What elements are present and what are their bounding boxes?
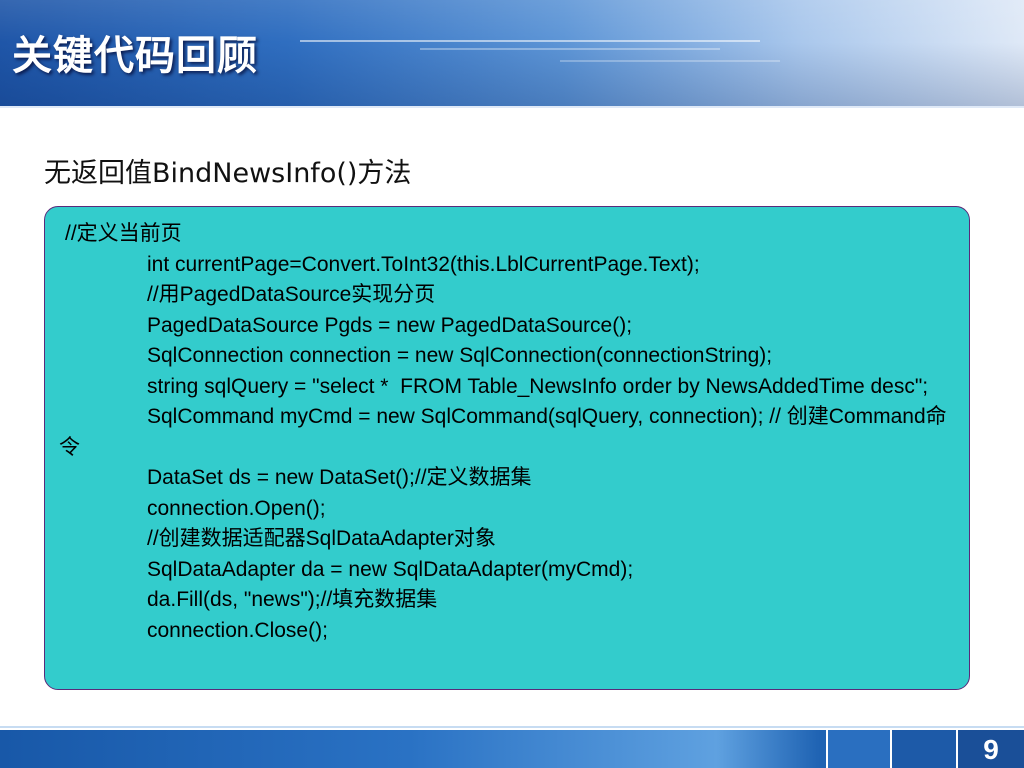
slide-title: 关键代码回顾 <box>12 33 258 79</box>
code-line: SqlConnection connection = new SqlConnec… <box>147 344 773 367</box>
slide-subtitle: 无返回值BindNewsInfo()方法 <box>44 158 412 189</box>
footer-block <box>890 730 956 768</box>
code-line: int currentPage=Convert.ToInt32(this.Lbl… <box>147 252 700 276</box>
footer-bar <box>0 730 1024 768</box>
code-line: SqlDataAdapter da = new SqlDataAdapter(m… <box>147 557 634 581</box>
header-divider <box>0 106 1024 108</box>
code-line: //定义当前页 <box>65 222 182 245</box>
code-line: //用PagedDataSource实现分页 <box>147 283 436 306</box>
code-line: PagedDataSource Pgds = new PagedDataSour… <box>147 313 633 337</box>
banner-streak <box>420 48 720 50</box>
code-line: connection.Close(); <box>147 618 328 642</box>
title-banner: 关键代码回顾 <box>0 0 1024 106</box>
code-line: string sqlQuery = "select * FROM Table_N… <box>147 374 929 398</box>
banner-streak <box>300 40 760 42</box>
footer-block <box>826 730 890 768</box>
page-number: 9 <box>983 734 999 765</box>
code-block: //定义当前页 int currentPage=Convert.ToInt32(… <box>44 206 970 690</box>
code-line: DataSet ds = new DataSet();//定义数据集 <box>147 466 532 489</box>
code-line: SqlCommand myCmd = new SqlCommand(sqlQue… <box>59 405 947 459</box>
footer-divider <box>0 726 1024 728</box>
code-line: da.Fill(ds, "news");//填充数据集 <box>147 588 438 611</box>
banner-streak <box>560 60 780 62</box>
code-listing: //定义当前页 int currentPage=Convert.ToInt32(… <box>59 219 955 646</box>
code-line: //创建数据适配器SqlDataAdapter对象 <box>147 527 496 550</box>
code-line: connection.Open(); <box>147 496 326 520</box>
